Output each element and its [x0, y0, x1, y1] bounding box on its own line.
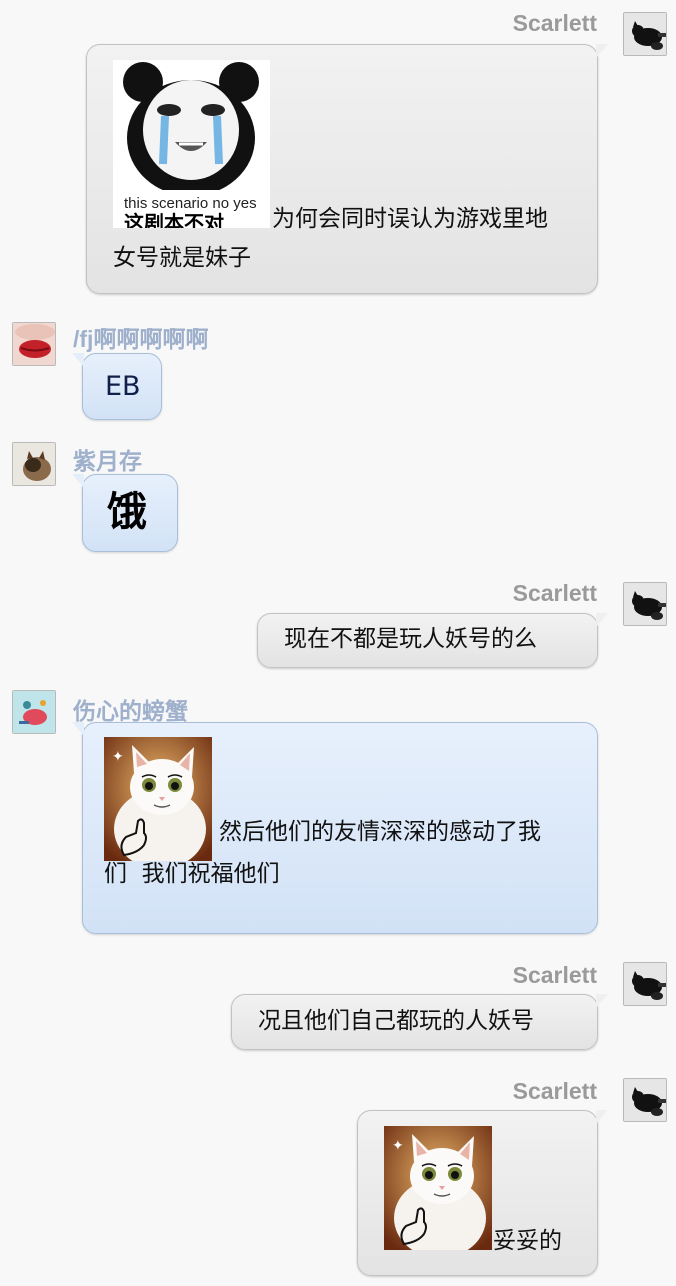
sender-name: 伤心的螃蟹 [73, 698, 188, 724]
cat-thumbs-up-icon: ✦ [104, 737, 212, 861]
avatar[interactable] [12, 442, 56, 486]
message-bubble[interactable]: EB [72, 353, 162, 420]
sender-name: /fj啊啊啊啊啊 [73, 326, 209, 352]
chat-message: /fj啊啊啊啊啊 EB [0, 310, 676, 430]
black-cat-avatar-icon [624, 963, 666, 1005]
avatar[interactable] [623, 962, 667, 1006]
cat-photo-avatar-icon [13, 443, 55, 485]
cat-thumbs-up-icon: ✦ [384, 1126, 492, 1250]
message-text: 现在不都是玩人妖号的么 [284, 626, 537, 652]
chat-message: Scarlett 现在不都是玩人妖号的么 [0, 570, 676, 680]
sender-name: Scarlett [512, 580, 597, 606]
avatar[interactable] [623, 582, 667, 626]
message-text: 妥妥的 [493, 1228, 562, 1254]
svg-text:✦: ✦ [392, 1138, 404, 1154]
panda-meme-sticker[interactable]: this scenario no yes 这剧本不对 [113, 60, 270, 228]
lips-avatar-icon [13, 323, 55, 365]
sender-name: Scarlett [512, 10, 597, 36]
cat-sticker[interactable]: ✦ [384, 1126, 492, 1250]
avatar[interactable] [623, 12, 667, 56]
message-bubble[interactable]: ✦ 妥妥的 [357, 1110, 608, 1276]
crying-panda-icon [113, 60, 270, 196]
message-text: 况且他们自己都玩的人妖号 [258, 1008, 534, 1034]
message-text-line: 女号就是妹子 [113, 245, 251, 271]
chat-message: 紫月存 饿 [0, 430, 676, 560]
avatar[interactable] [623, 1078, 667, 1122]
message-bubble[interactable]: 饿 [72, 474, 178, 552]
chat-message: 伤心的螃蟹 ✦ 然后他们的友情深深的感动了我 们 我们祝福他们 [0, 680, 676, 950]
sticker-caption-big: 这剧本不对 [124, 211, 224, 228]
message-text: 饿 [107, 489, 147, 535]
message-text: EB [105, 371, 141, 402]
black-cat-avatar-icon [624, 13, 666, 55]
black-cat-avatar-icon [624, 583, 666, 625]
message-bubble[interactable]: 现在不都是玩人妖号的么 [257, 613, 608, 668]
crab-avatar-icon [13, 691, 55, 733]
message-bubble[interactable]: ✦ 然后他们的友情深深的感动了我 们 我们祝福他们 [72, 722, 598, 934]
avatar[interactable] [12, 690, 56, 734]
svg-text:✦: ✦ [112, 749, 124, 765]
message-text-line: 然后他们的友情深深的感动了我 [219, 819, 541, 845]
message-text-line: 为何会同时误认为游戏里地 [272, 206, 548, 232]
chat-message: Scarlett ✦ 妥妥的 [0, 1068, 676, 1286]
message-bubble[interactable]: 况且他们自己都玩的人妖号 [231, 994, 608, 1050]
sender-name: 紫月存 [73, 448, 142, 474]
sender-name: Scarlett [512, 1078, 597, 1104]
black-cat-avatar-icon [624, 1079, 666, 1121]
cat-sticker[interactable]: ✦ [104, 737, 212, 861]
chat-message: Scarlett 况且他们自己都玩的人妖号 [0, 952, 676, 1062]
message-bubble[interactable]: this scenario no yes 这剧本不对 为何会同时误认为游戏里地 … [86, 44, 608, 294]
chat-message: Scarlett this scenario no yes 这剧本不对 为何会同… [0, 0, 676, 300]
avatar[interactable] [12, 322, 56, 366]
message-text-line: 们 我们祝福他们 [104, 861, 280, 887]
sender-name: Scarlett [512, 962, 597, 988]
